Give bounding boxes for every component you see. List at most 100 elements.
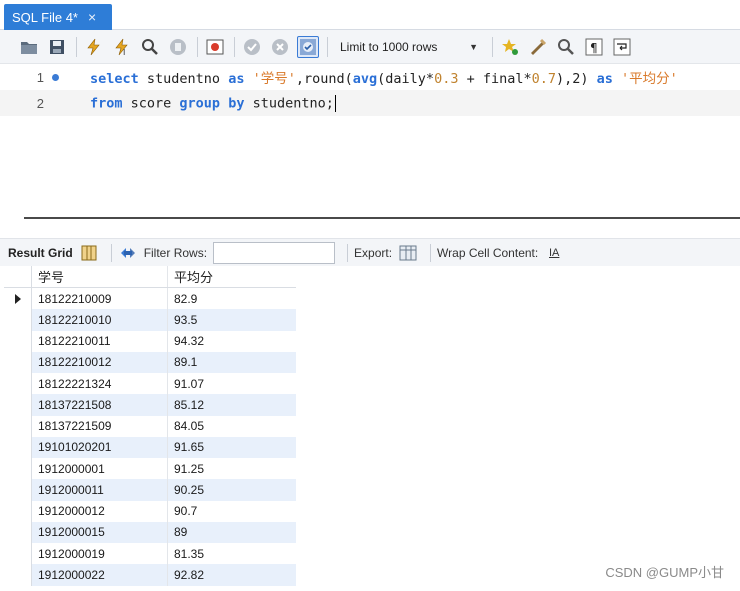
table-cell[interactable]: 91.25	[168, 458, 296, 479]
table-row[interactable]: 18122210010 93.5	[4, 309, 296, 331]
rollback-icon[interactable]	[269, 36, 291, 58]
invisible-chars-icon[interactable]: ¶	[583, 36, 605, 58]
grid-view-icon[interactable]	[79, 243, 99, 263]
table-cell[interactable]: 89.1	[168, 352, 296, 373]
row-selector[interactable]	[4, 288, 32, 310]
table-cell[interactable]: 1912000011	[32, 479, 168, 501]
table-cell[interactable]: 18122210009	[32, 288, 168, 310]
filter-rows-input[interactable]	[213, 241, 336, 264]
table-row[interactable]: 18122210009 82.9	[4, 288, 296, 310]
table-cell[interactable]: 18137221508	[32, 394, 168, 416]
table-row[interactable]: 18122210011 94.32	[4, 330, 296, 352]
table-cell[interactable]: 91.65	[168, 437, 296, 458]
table-row[interactable]: 1912000001 91.25	[4, 458, 296, 480]
row-selector[interactable]	[4, 394, 32, 416]
table-row[interactable]: 18137221509 84.05	[4, 415, 296, 437]
add-snippet-icon[interactable]	[499, 36, 521, 58]
commit-icon[interactable]	[241, 36, 263, 58]
explain-icon[interactable]	[139, 36, 161, 58]
table-cell[interactable]: 92.82	[168, 564, 296, 585]
toolbar-separator	[492, 36, 493, 57]
row-selector[interactable]	[4, 521, 32, 543]
splitter-handle[interactable]	[24, 217, 740, 219]
table-cell[interactable]: 91.07	[168, 373, 296, 394]
table-cell[interactable]: 18122210012	[32, 351, 168, 373]
refresh-icon[interactable]	[118, 243, 138, 263]
table-row[interactable]: 1912000011 90.25	[4, 479, 296, 501]
table-row[interactable]: 18122210012 89.1	[4, 351, 296, 373]
execute-icon[interactable]	[83, 36, 105, 58]
column-header[interactable]: 学号	[32, 266, 168, 287]
table-cell[interactable]: 18122210010	[32, 309, 168, 331]
column-header[interactable]: 平均分	[168, 266, 296, 287]
table-row[interactable]: 1912000019 81.35	[4, 543, 296, 565]
open-folder-icon[interactable]	[18, 36, 40, 58]
table-row[interactable]: 1912000022 92.82	[4, 564, 296, 586]
table-cell[interactable]: 82.9	[168, 288, 296, 309]
toolbar-separator	[110, 243, 112, 262]
table-cell[interactable]: 18122210011	[32, 330, 168, 352]
autocommit-icon[interactable]	[297, 35, 319, 58]
table-cell[interactable]: 94.32	[168, 331, 296, 352]
table-row[interactable]: 1912000015 89	[4, 521, 296, 543]
table-cell[interactable]: 1912000001	[32, 458, 168, 480]
limit-rows-select[interactable]: Limit to 1000 rows ▼	[334, 36, 484, 58]
limit-rows-label: Limit to 1000 rows	[340, 39, 438, 54]
row-selector[interactable]	[4, 415, 32, 437]
tab-sql-file[interactable]: SQL File 4* ×	[4, 4, 112, 30]
table-cell[interactable]: 18122221324	[32, 373, 168, 395]
toolbar-separator	[197, 36, 198, 57]
toolbar-separator	[76, 36, 77, 57]
export-label: Export:	[354, 245, 393, 260]
find-icon[interactable]	[555, 36, 577, 58]
table-cell[interactable]: 1912000015	[32, 521, 168, 543]
row-selector[interactable]	[4, 479, 32, 501]
editor-line-2[interactable]: 2 from score group by studentno;	[0, 90, 740, 116]
table-row[interactable]: 18137221508 85.12	[4, 394, 296, 416]
row-selector-header[interactable]	[4, 266, 32, 287]
workbench-window: SQL File 4* × I Limit to 1000 rows ▼ ¶ 1…	[0, 0, 740, 591]
table-cell[interactable]: 1912000019	[32, 543, 168, 565]
row-selector[interactable]	[4, 330, 32, 352]
statement-marker-icon	[52, 73, 59, 81]
execute-current-icon[interactable]: I	[111, 36, 133, 58]
row-selector[interactable]	[4, 351, 32, 373]
table-cell[interactable]: 85.12	[168, 394, 296, 415]
wrap-cell-icon[interactable]: IA	[544, 243, 564, 263]
line-number: 2	[36, 95, 44, 111]
sql-editor[interactable]: 1 select studentno as '学号',round(avg(dai…	[0, 64, 740, 208]
row-selector[interactable]	[4, 543, 32, 565]
save-icon[interactable]	[46, 36, 68, 58]
table-cell[interactable]: 93.5	[168, 309, 296, 330]
row-selector[interactable]	[4, 309, 32, 331]
export-icon[interactable]	[398, 243, 418, 263]
panel-splitter[interactable]	[0, 208, 740, 236]
row-selector[interactable]	[4, 373, 32, 395]
result-grid: 学号 平均分 18122210009 82.9 18122210010 93.5 181…	[4, 266, 296, 586]
row-selector[interactable]	[4, 500, 32, 522]
toggle-output-icon[interactable]	[204, 36, 226, 58]
table-cell[interactable]: 1912000022	[32, 564, 168, 586]
row-selector[interactable]	[4, 436, 32, 458]
editor-line-1[interactable]: 1 select studentno as '学号',round(avg(dai…	[0, 64, 740, 90]
table-cell[interactable]: 89	[168, 522, 296, 543]
table-row[interactable]: 19101020201 91.65	[4, 436, 296, 458]
watermark: CSDN @GUMP小甘	[605, 565, 724, 580]
result-grid-label[interactable]: Result Grid	[8, 246, 73, 260]
row-selector[interactable]	[4, 458, 32, 480]
table-cell[interactable]: 81.35	[168, 543, 296, 564]
table-cell[interactable]: 18137221509	[32, 415, 168, 437]
table-cell[interactable]: 90.25	[168, 479, 296, 500]
stop-icon[interactable]	[167, 36, 189, 58]
wrap-lines-icon[interactable]	[611, 36, 633, 58]
table-row[interactable]: 18122221324 91.07	[4, 373, 296, 395]
row-selector[interactable]	[4, 564, 32, 586]
table-cell[interactable]: 90.7	[168, 501, 296, 522]
close-icon[interactable]: ×	[88, 9, 96, 25]
beautify-icon[interactable]	[527, 36, 549, 58]
svg-text:¶: ¶	[590, 41, 598, 55]
table-cell[interactable]: 84.05	[168, 416, 296, 437]
table-cell[interactable]: 19101020201	[32, 436, 168, 458]
table-cell[interactable]: 1912000012	[32, 500, 168, 522]
table-row[interactable]: 1912000012 90.7	[4, 500, 296, 522]
